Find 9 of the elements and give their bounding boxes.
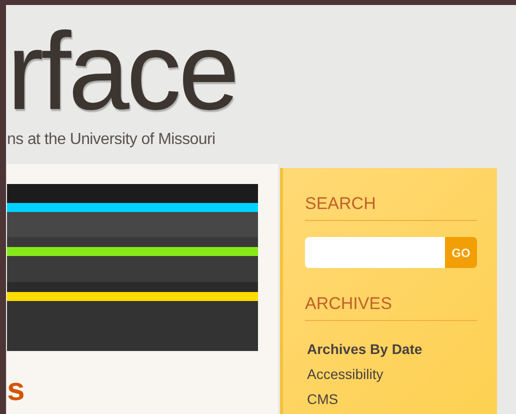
site-subtitle: ns at the University of Missouri [7, 131, 216, 149]
archive-link[interactable]: CMS [307, 387, 477, 412]
archive-link[interactable]: Accessibility [307, 362, 477, 387]
section-heading: ARCHIVES [305, 294, 477, 321]
site-title: rface [7, 9, 238, 127]
archive-heading: Archives By Date [307, 340, 424, 359]
search-field[interactable] [305, 237, 445, 268]
post-heading: s [7, 370, 26, 409]
section-heading: SEARCH [305, 194, 477, 221]
